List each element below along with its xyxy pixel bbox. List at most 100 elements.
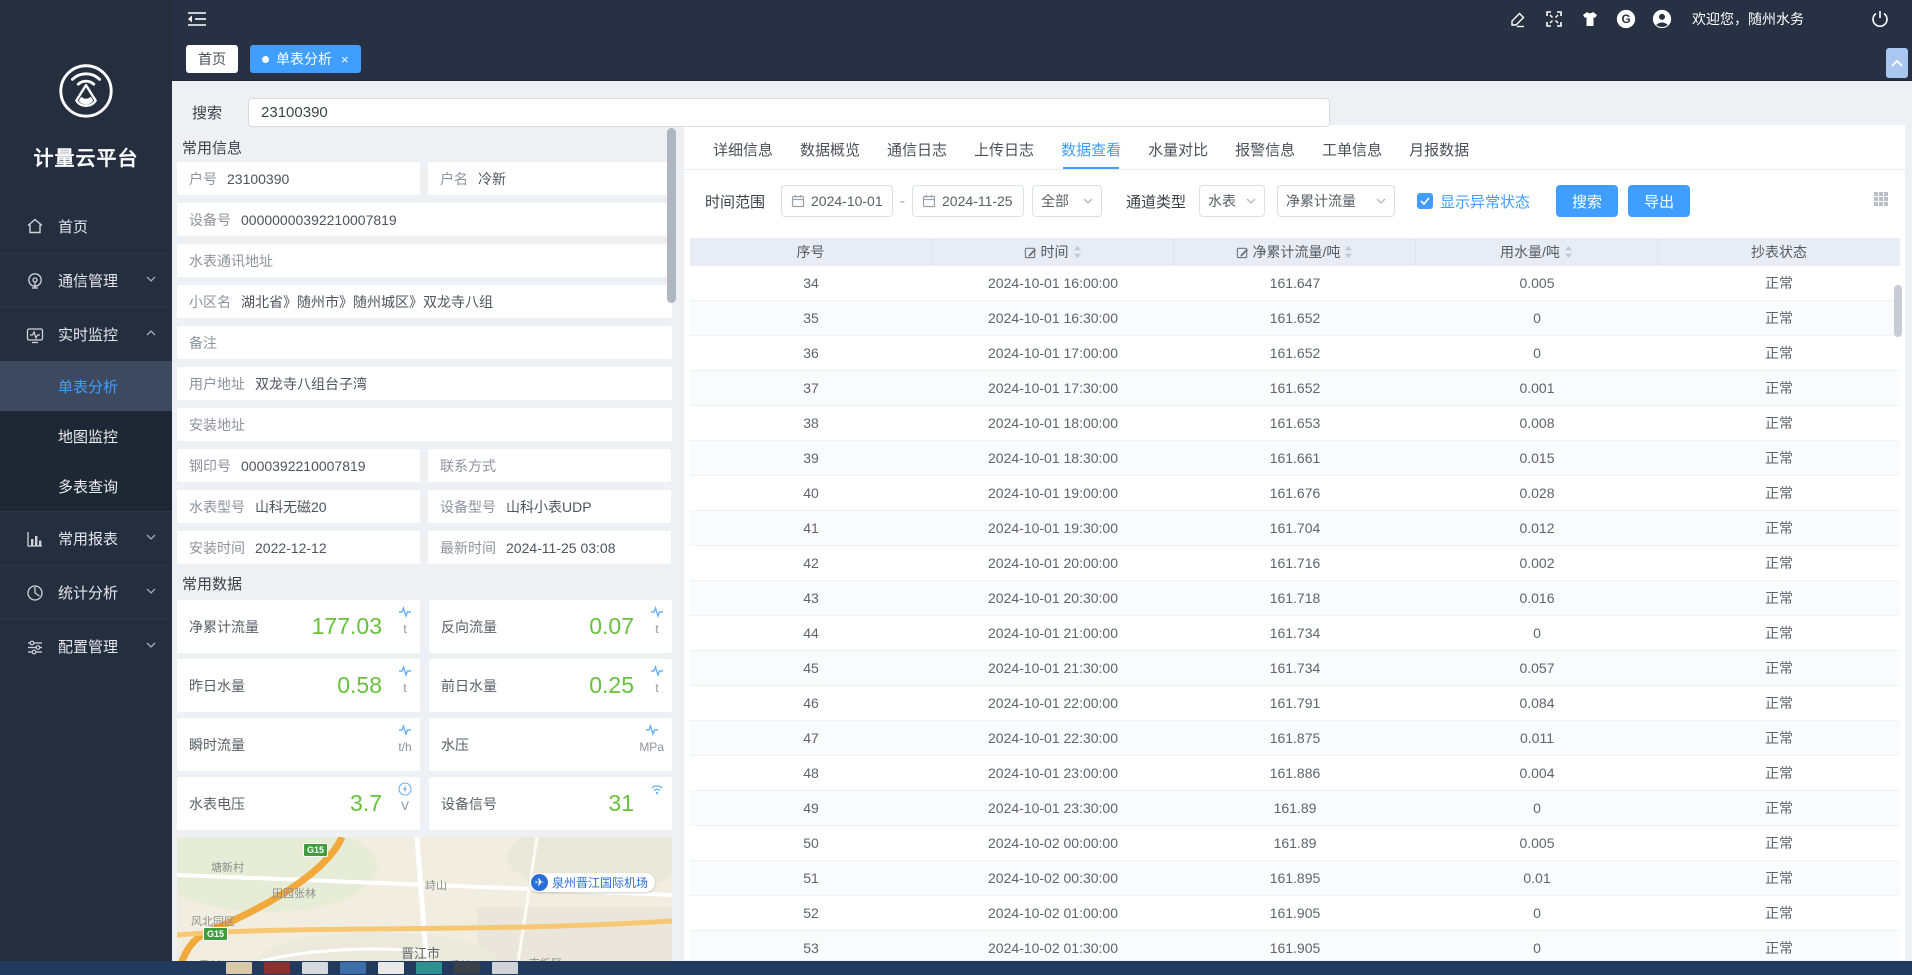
tab-item[interactable]: 上传日志	[974, 139, 1034, 169]
table-cell: 0.008	[1416, 415, 1658, 431]
taskbar-app-icon[interactable]	[226, 962, 252, 974]
airport-marker[interactable]: ✈ 泉州晋江国际机场	[529, 873, 655, 892]
table-row[interactable]: 472024-10-01 22:30:00161.8750.011正常	[690, 721, 1900, 756]
windows-taskbar[interactable]	[0, 961, 1912, 975]
table-row[interactable]: 512024-10-02 00:30:00161.8950.01正常	[690, 861, 1900, 896]
table-row[interactable]: 392024-10-01 18:30:00161.6610.015正常	[690, 441, 1900, 476]
table-row[interactable]: 522024-10-02 01:00:00161.9050正常	[690, 896, 1900, 931]
table-row[interactable]: 402024-10-01 19:00:00161.6760.028正常	[690, 476, 1900, 511]
theme-shirt-icon[interactable]	[1580, 9, 1600, 29]
search-button[interactable]: 搜索	[1556, 185, 1618, 217]
table-row[interactable]: 482024-10-01 23:00:00161.8860.004正常	[690, 756, 1900, 791]
user-avatar-icon[interactable]	[1652, 9, 1672, 29]
column-header[interactable]: 时间	[932, 238, 1174, 266]
table-row[interactable]: 432024-10-01 20:30:00161.7180.016正常	[690, 581, 1900, 616]
waveform-icon	[645, 723, 659, 737]
fullscreen-icon[interactable]	[1544, 9, 1564, 29]
table-row[interactable]: 502024-10-02 00:00:00161.890.005正常	[690, 826, 1900, 861]
table-row[interactable]: 532024-10-02 01:30:00161.9050正常	[690, 931, 1900, 960]
taskbar-app-icon[interactable]	[454, 962, 480, 974]
table-row[interactable]: 372024-10-01 17:30:00161.6520.001正常	[690, 371, 1900, 406]
scroll-top-button[interactable]	[1886, 48, 1908, 78]
close-icon[interactable]: ×	[341, 52, 349, 67]
sidebar-item-map-monitor[interactable]: 地图监控	[0, 411, 172, 461]
field-value: 00000000392210007819	[241, 212, 397, 228]
sidebar-item-communication[interactable]: 通信管理	[0, 253, 172, 307]
search-input[interactable]	[248, 98, 1330, 127]
taskbar-app-icon[interactable]	[302, 962, 328, 974]
table-cell: 36	[690, 345, 932, 361]
tab-item[interactable]: 通信日志	[887, 139, 947, 169]
taskbar-app-icon[interactable]	[264, 962, 290, 974]
tab-item[interactable]: 报警信息	[1235, 139, 1295, 169]
tag-label: 单表分析	[276, 49, 332, 69]
sort-icon[interactable]	[1073, 245, 1082, 259]
airport-label: 泉州晋江国际机场	[552, 874, 648, 891]
sort-icon[interactable]	[1344, 245, 1353, 259]
table-cell: 2024-10-01 16:00:00	[932, 275, 1174, 291]
export-button[interactable]: 导出	[1628, 185, 1690, 217]
tab-item[interactable]: 数据概览	[800, 139, 860, 169]
taskbar-app-icon[interactable]	[340, 962, 366, 974]
field-label: 备注	[189, 333, 217, 353]
show-abnormal-checkbox[interactable]	[1417, 193, 1433, 209]
tab-item[interactable]: 工单信息	[1322, 139, 1382, 169]
taskbar-app-icon[interactable]	[416, 962, 442, 974]
column-header[interactable]: 净累计流量/吨	[1174, 238, 1416, 266]
metric-select[interactable]: 净累计流量	[1277, 185, 1395, 217]
mini-map[interactable]: ✈ 泉州晋江国际机场 塘新村田园张林峙山风北园区晋江市后林吉坂区秀村G15G15	[177, 837, 672, 963]
app-logo	[0, 0, 172, 120]
table-row[interactable]: 362024-10-01 17:00:00161.6520正常	[690, 336, 1900, 371]
date-to-input[interactable]: 2024-11-25	[912, 185, 1024, 217]
g-language-icon[interactable]: G	[1616, 9, 1636, 29]
sidebar-item-multi-meter-query[interactable]: 多表查询	[0, 461, 172, 511]
sidebar-item-common-reports[interactable]: 常用报表	[0, 511, 172, 565]
left-panel-scrollbar[interactable]	[667, 128, 676, 768]
table-cell: 2024-10-01 22:30:00	[932, 730, 1174, 746]
table-row[interactable]: 382024-10-01 18:00:00161.6530.008正常	[690, 406, 1900, 441]
taskbar-app-icon[interactable]	[492, 962, 518, 974]
table-row[interactable]: 422024-10-01 20:00:00161.7160.002正常	[690, 546, 1900, 581]
table-row[interactable]: 452024-10-01 21:30:00161.7340.057正常	[690, 651, 1900, 686]
tab-item[interactable]: 水量对比	[1148, 139, 1208, 169]
tab-active-data-view[interactable]: 数据查看	[1061, 139, 1121, 169]
date-from-input[interactable]: 2024-10-01	[781, 185, 893, 217]
sidebar-collapse-icon[interactable]	[186, 10, 208, 28]
sidebar-item-label: 常用报表	[58, 528, 118, 549]
broadcast-icon	[26, 272, 44, 290]
table-cell: 161.886	[1174, 765, 1416, 781]
show-abnormal-label[interactable]: 显示异常状态	[1440, 191, 1530, 212]
table-row[interactable]: 342024-10-01 16:00:00161.6470.005正常	[690, 266, 1900, 301]
sidebar-item-realtime-monitor[interactable]: 实时监控	[0, 307, 172, 361]
sidebar-item-statistics[interactable]: 统计分析	[0, 565, 172, 619]
scrollbar-thumb[interactable]	[667, 128, 676, 303]
sidebar-item-configuration[interactable]: 配置管理	[0, 619, 172, 673]
column-settings-grid-icon[interactable]	[1874, 192, 1888, 210]
table-row[interactable]: 462024-10-01 22:00:00161.7910.084正常	[690, 686, 1900, 721]
taskbar-app-icon[interactable]	[378, 962, 404, 974]
scrollbar-thumb[interactable]	[1894, 285, 1902, 337]
channel-select[interactable]: 水表	[1199, 185, 1265, 217]
sidebar-item-single-meter-analysis[interactable]: 单表分析	[0, 361, 172, 411]
column-header[interactable]: 用水量/吨	[1416, 238, 1658, 266]
table-row[interactable]: 412024-10-01 19:30:00161.7040.012正常	[690, 511, 1900, 546]
table-cell: 正常	[1658, 763, 1900, 783]
sidebar-item-home[interactable]: 首页	[0, 199, 172, 253]
tag-single-meter-analysis[interactable]: 单表分析 ×	[250, 45, 361, 73]
tab-item[interactable]: 月报数据	[1409, 139, 1469, 169]
tab-item[interactable]: 详细信息	[713, 139, 773, 169]
table-row[interactable]: 492024-10-01 23:30:00161.890正常	[690, 791, 1900, 826]
table-scrollbar[interactable]	[1894, 285, 1902, 945]
field-label: 联系方式	[440, 456, 496, 476]
table-cell: 50	[690, 835, 932, 851]
power-icon[interactable]	[1870, 9, 1890, 29]
period-select[interactable]: 全部	[1032, 185, 1102, 217]
sort-icon[interactable]	[1564, 245, 1573, 259]
tag-home[interactable]: 首页	[186, 45, 238, 73]
table-cell: 2024-10-01 17:00:00	[932, 345, 1174, 361]
table-row[interactable]: 352024-10-01 16:30:00161.6520正常	[690, 301, 1900, 336]
field-label: 最新时间	[440, 538, 496, 558]
edit-icon[interactable]	[1508, 9, 1528, 29]
info-fields: 户号23100390户名冷新设备号00000000392210007819水表通…	[177, 162, 672, 564]
table-row[interactable]: 442024-10-01 21:00:00161.7340正常	[690, 616, 1900, 651]
